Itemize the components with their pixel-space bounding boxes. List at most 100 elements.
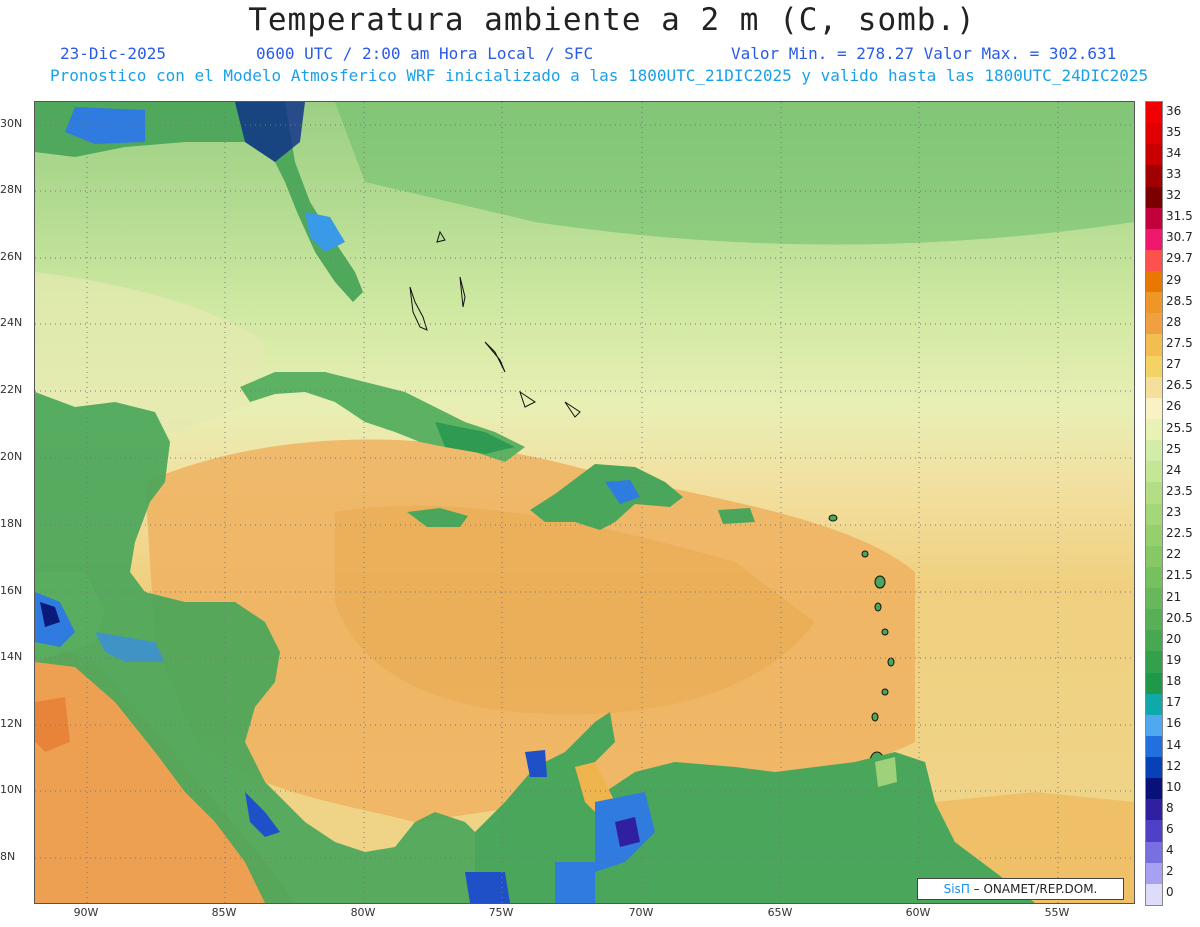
colorbar-swatch (1146, 588, 1162, 610)
colorbar-label: 18 (1166, 674, 1182, 689)
colorbar-swatch (1146, 778, 1162, 800)
colorbar-swatch (1146, 144, 1162, 166)
lon-label: 80W (350, 906, 376, 919)
colorbar-label: 22 (1166, 547, 1182, 562)
colorbar-swatch (1146, 440, 1162, 462)
colorbar-label: 20.5 (1166, 610, 1193, 625)
credit-box: SisΠ – ONAMET/REP.DOM. (917, 878, 1124, 900)
andes-south-cold (555, 862, 595, 903)
colombia-cold (465, 872, 510, 903)
colorbar-label: 32 (1166, 188, 1182, 203)
lon-label: 85W (211, 906, 237, 919)
colorbar-label: 12 (1166, 758, 1182, 773)
colorbar-swatch (1146, 714, 1162, 737)
temperature-map (34, 101, 1135, 904)
forecast-time: 0600 UTC / 2:00 am Hora Local / SFC (256, 44, 594, 63)
colorbar-label: 36 (1166, 103, 1182, 118)
colorbar-label: 25.5 (1166, 420, 1193, 435)
credit-text: – ONAMET/REP.DOM. (969, 882, 1098, 896)
colorbar-label: 31.5 (1166, 209, 1193, 224)
colorbar-swatch (1146, 672, 1162, 695)
sispi-logo: SisΠ (943, 882, 970, 896)
colorbar-swatch (1146, 735, 1162, 758)
colorbar-swatch (1146, 566, 1162, 589)
lat-label: 8N (0, 850, 16, 863)
lon-label: 70W (628, 906, 654, 919)
colorbar-label: 23 (1166, 505, 1182, 520)
colorbar-swatch (1146, 397, 1162, 420)
lat-label: 12N (0, 717, 23, 730)
colorbar-label: 10 (1166, 779, 1182, 794)
lon-label: 75W (488, 906, 514, 919)
lat-label: 22N (0, 383, 23, 396)
colorbar-label: 4 (1166, 843, 1174, 858)
colorbar-label: 30.7 (1166, 230, 1193, 245)
colorbar-swatch (1146, 207, 1162, 230)
colorbar-swatch (1146, 609, 1162, 631)
colorbar-swatch (1146, 334, 1162, 357)
colorbar-swatch (1146, 883, 1162, 906)
colorbar-label: 14 (1166, 737, 1182, 752)
temperature-colorbar (1145, 101, 1163, 906)
map-title: Temperatura ambiente a 2 m (C, somb.) (248, 2, 976, 38)
colorbar-label: 21.5 (1166, 568, 1193, 583)
colorbar-label: 16 (1166, 716, 1182, 731)
colorbar-label: 22.5 (1166, 526, 1193, 541)
colorbar-swatch (1146, 418, 1162, 441)
colorbar-label: 28.5 (1166, 293, 1193, 308)
colorbar-swatch (1146, 841, 1162, 864)
colorbar-swatch (1146, 461, 1162, 483)
colorbar-swatch (1146, 820, 1162, 843)
puerto-rico-land (718, 508, 755, 524)
colorbar-swatch (1146, 271, 1162, 293)
colorbar-swatch (1146, 376, 1162, 399)
colorbar-swatch (1146, 651, 1162, 674)
colorbar-label: 26 (1166, 399, 1182, 414)
colorbar-swatch (1146, 630, 1162, 652)
colorbar-label: 8 (1166, 800, 1174, 815)
colorbar-label: 33 (1166, 166, 1182, 181)
model-info: Pronostico con el Modelo Atmosferico WRF… (50, 66, 1149, 85)
colorbar-label: 19 (1166, 652, 1182, 667)
lat-label: 10N (0, 783, 23, 796)
colorbar-swatch (1146, 799, 1162, 821)
colorbar-label: 20 (1166, 631, 1182, 646)
colorbar-label: 2 (1166, 864, 1174, 879)
colorbar-label: 27 (1166, 357, 1182, 372)
lon-label: 60W (905, 906, 931, 919)
colorbar-label: 25 (1166, 441, 1182, 456)
colorbar-swatch (1146, 186, 1162, 209)
lat-label: 18N (0, 517, 23, 530)
colorbar-label: 6 (1166, 822, 1174, 837)
colorbar-label: 24 (1166, 462, 1182, 477)
min-max-values: Valor Min. = 278.27 Valor Max. = 302.631 (731, 44, 1117, 63)
colorbar-label: 28 (1166, 314, 1182, 329)
colorbar-swatch (1146, 524, 1162, 547)
lat-label: 20N (0, 450, 23, 463)
colorbar-swatch (1146, 693, 1162, 716)
colorbar-swatch (1146, 249, 1162, 272)
colorbar-swatch (1146, 123, 1162, 145)
forecast-date: 23-Dic-2025 (60, 44, 166, 63)
trinidad-land (875, 757, 897, 787)
colorbar-swatch (1146, 313, 1162, 335)
colorbar-swatch (1146, 757, 1162, 779)
colorbar-label: 21 (1166, 589, 1182, 604)
colorbar-label: 27.5 (1166, 336, 1193, 350)
lat-label: 28N (0, 183, 23, 196)
colorbar-swatch (1146, 228, 1162, 251)
lon-label: 65W (767, 906, 793, 919)
colorbar-label: 0 (1166, 885, 1174, 900)
lat-label: 14N (0, 650, 23, 663)
lat-label: 24N (0, 316, 23, 329)
colorbar-swatch (1146, 482, 1162, 504)
colorbar-swatch (1146, 102, 1162, 124)
colorbar-swatch (1146, 355, 1162, 378)
colorbar-swatch (1146, 165, 1162, 188)
colorbar-label: 29 (1166, 272, 1182, 287)
map-canvas (35, 102, 1134, 903)
lat-label: 16N (0, 584, 23, 597)
colorbar-label: 17 (1166, 695, 1182, 710)
colorbar-label: 26.5 (1166, 378, 1193, 393)
colorbar-label: 34 (1166, 145, 1182, 160)
